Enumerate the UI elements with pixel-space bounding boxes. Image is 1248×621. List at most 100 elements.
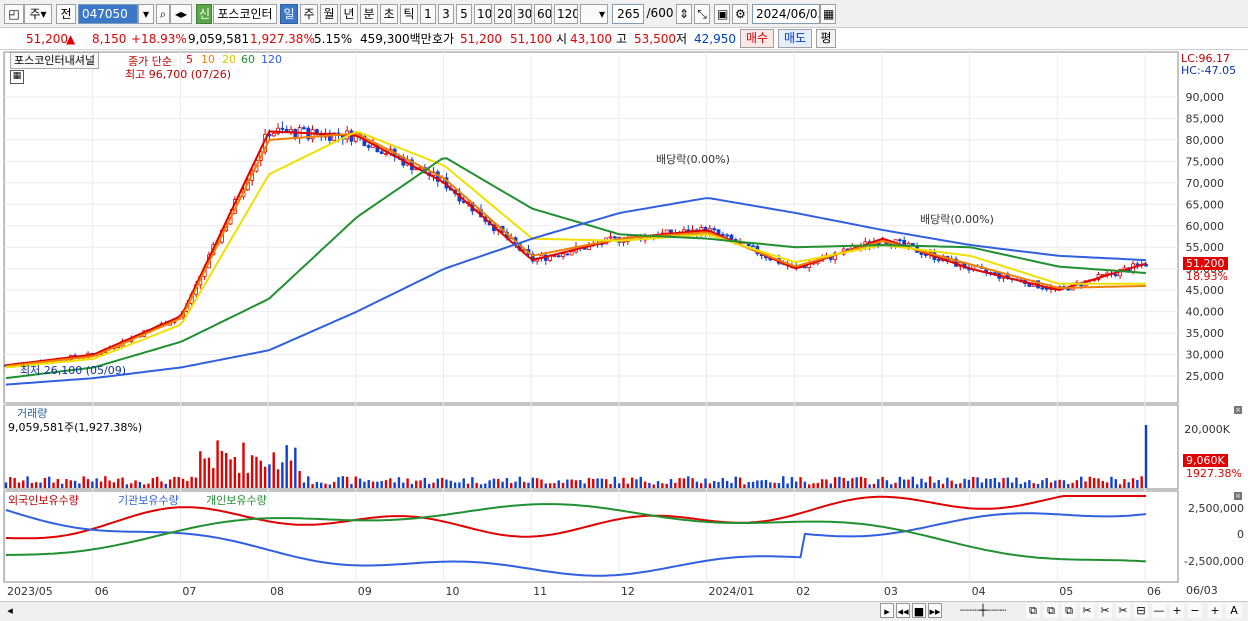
volume-bar: [436, 478, 440, 488]
auto-scale-icon[interactable]: A: [1226, 603, 1242, 618]
tab-minute[interactable]: 분: [360, 4, 378, 24]
chevron-down-icon[interactable]: ▾: [138, 4, 154, 24]
volume-bar: [1071, 482, 1074, 488]
tab-tick[interactable]: 틱: [400, 4, 418, 24]
volume-bar: [691, 478, 694, 488]
line-icon[interactable]: —: [1152, 603, 1166, 618]
volume-bar: [1032, 483, 1035, 488]
count-input[interactable]: 265: [612, 4, 644, 24]
volume-bar: [1062, 480, 1066, 488]
scissors-icon[interactable]: ✂: [1080, 603, 1094, 618]
zoom-slider[interactable]: ┈┈┈┼┈┈┈: [948, 603, 1018, 618]
volume-bar: [1045, 478, 1048, 488]
chart-legend-name[interactable]: 포스코인터내셔널: [10, 52, 99, 69]
cross-icon[interactable]: ⤡: [694, 4, 710, 24]
tab-min-3[interactable]: 3: [438, 4, 454, 24]
volume-bar: [574, 480, 578, 488]
volume-bar: [937, 479, 940, 488]
menu-icon[interactable]: ◰: [4, 4, 24, 24]
volume-bar: [427, 483, 431, 488]
volume-bar: [851, 478, 854, 488]
interval-select[interactable]: ▾: [580, 4, 608, 24]
holdings-y-tick: 2,500,000: [1188, 502, 1244, 515]
volume-bar: [579, 480, 582, 488]
buy-button[interactable]: 매수: [740, 29, 774, 48]
volume-bar: [281, 462, 284, 488]
volume-bar: [43, 478, 47, 488]
volume-bar: [440, 477, 444, 488]
volume-bar: [950, 480, 953, 488]
volume-bar: [881, 476, 884, 488]
volume-bar: [173, 476, 176, 488]
candle-body: [725, 234, 730, 237]
tab-min-20[interactable]: 20: [494, 4, 512, 24]
volume-bar: [652, 484, 655, 488]
tab-min-120[interactable]: 120: [554, 4, 578, 24]
tab-second[interactable]: 초: [380, 4, 398, 24]
sell-button[interactable]: 매도: [778, 29, 812, 48]
volume-bar: [959, 483, 962, 488]
candle-body: [802, 266, 807, 269]
volume-bar: [717, 482, 720, 488]
volume-bar: [453, 482, 457, 488]
scroll-right-icon[interactable]: ▸: [880, 603, 894, 618]
volume-bar: [928, 476, 932, 488]
stop-icon[interactable]: ■: [912, 603, 926, 618]
zoom-icon[interactable]: ⇕: [676, 4, 692, 24]
volume-bar: [475, 482, 478, 488]
tab-month[interactable]: 월: [320, 4, 338, 24]
gear-icon[interactable]: ⚙: [732, 4, 748, 24]
close-icon[interactable]: ×: [1234, 406, 1242, 414]
forward-icon[interactable]: ▸▸: [928, 603, 942, 618]
tab-year[interactable]: 년: [340, 4, 358, 24]
window-icon[interactable]: ⧉: [1044, 603, 1058, 618]
window-icon[interactable]: ⧉: [1026, 603, 1040, 618]
tab-min-60[interactable]: 60: [534, 4, 552, 24]
volume-bar: [669, 479, 673, 488]
window-icon[interactable]: ⧉: [1062, 603, 1076, 618]
avg-button[interactable]: 평: [816, 29, 836, 48]
calendar-icon[interactable]: ▦: [820, 4, 836, 24]
high-label: 고: [616, 32, 628, 46]
ma-20-label: 20: [222, 53, 236, 66]
x-tick-label: 02: [796, 585, 810, 598]
prev-button[interactable]: 전: [56, 4, 76, 24]
scroll-bar[interactable]: [0, 601, 1248, 621]
volume-bar: [363, 481, 366, 488]
y-tick-label: 45,000: [1186, 284, 1225, 297]
volume-bar: [712, 480, 716, 488]
minus-icon[interactable]: −: [1188, 603, 1202, 618]
scissors-icon[interactable]: ✂: [1098, 603, 1112, 618]
stock-code-input[interactable]: 047050: [78, 4, 138, 24]
scroll-left-icon[interactable]: ◂: [4, 603, 16, 618]
plus-icon[interactable]: +: [1208, 603, 1222, 618]
volume-bar: [1075, 480, 1079, 488]
search-icon[interactable]: ⌕: [156, 4, 170, 24]
tab-week[interactable]: 주: [300, 4, 318, 24]
tab-min-30[interactable]: 30: [514, 4, 532, 24]
period-select[interactable]: 주▾: [24, 4, 52, 24]
tab-min-1[interactable]: 1: [420, 4, 436, 24]
grid-icon[interactable]: ▦: [10, 70, 24, 84]
save-icon[interactable]: ▣: [714, 4, 730, 24]
volume-bar: [708, 483, 712, 488]
y-tick-label: 80,000: [1186, 134, 1225, 147]
scissors-icon[interactable]: ✂: [1116, 603, 1130, 618]
ruler-icon[interactable]: ⊟: [1134, 603, 1148, 618]
x-tick-label: 07: [182, 585, 196, 598]
tab-min-5[interactable]: 5: [456, 4, 472, 24]
date-input[interactable]: 2024/06/03: [752, 4, 820, 24]
volume-bar: [600, 478, 604, 488]
period-select-label: 주: [29, 7, 41, 21]
candle-body: [1135, 263, 1140, 266]
plus-icon[interactable]: +: [1170, 603, 1184, 618]
tab-day[interactable]: 일: [280, 4, 298, 24]
rewind-icon[interactable]: ◂◂: [896, 603, 910, 618]
tab-min-10[interactable]: 10: [474, 4, 492, 24]
ma-60-label: 60: [241, 53, 255, 66]
volume-bar: [907, 479, 910, 488]
speaker-icon[interactable]: ◂▸: [170, 4, 192, 24]
ma-5-label: 5: [186, 53, 193, 66]
close-icon[interactable]: ×: [1234, 492, 1242, 500]
volume-bar: [168, 479, 172, 488]
